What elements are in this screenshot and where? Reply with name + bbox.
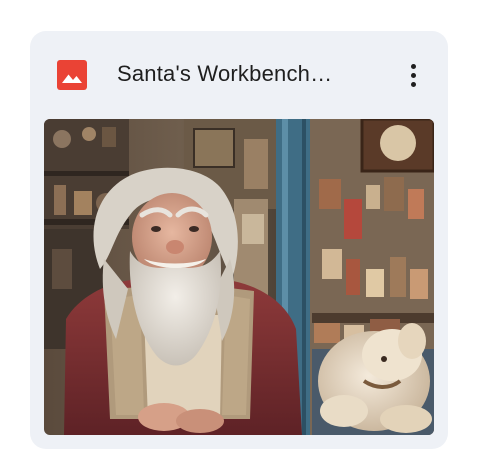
image-thumbnail[interactable]: [44, 119, 434, 435]
more-vert-icon: [411, 64, 416, 69]
photo-thumbnail: [44, 119, 434, 435]
file-title[interactable]: Santa's Workbench…: [117, 57, 387, 91]
image-file-icon: [57, 60, 87, 90]
more-options-button[interactable]: [394, 55, 434, 95]
file-card[interactable]: Santa's Workbench…: [30, 31, 448, 449]
more-vert-icon-dot: [411, 73, 416, 78]
more-vert-icon-dot: [411, 82, 416, 87]
file-card-header: Santa's Workbench…: [30, 31, 448, 119]
